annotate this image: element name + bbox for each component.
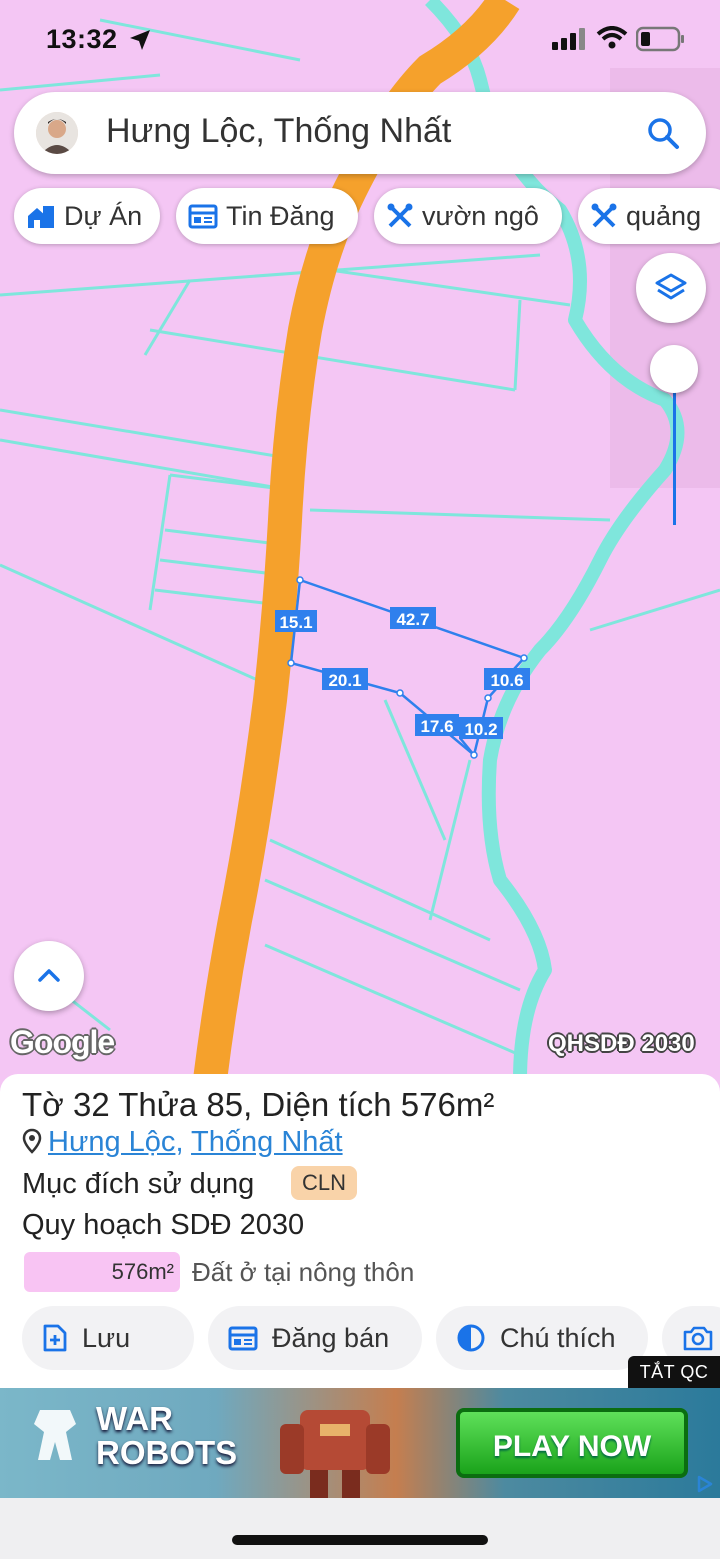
legend-label: Chú thích bbox=[500, 1322, 616, 1353]
chip-du-an[interactable]: Dự Án bbox=[14, 188, 160, 244]
edge-label: 10.6 bbox=[490, 671, 523, 690]
home-indicator[interactable] bbox=[232, 1535, 488, 1545]
chip-label: quảng bbox=[626, 200, 702, 231]
avatar[interactable] bbox=[36, 112, 78, 154]
edge-label: 42.7 bbox=[396, 610, 429, 629]
file-add-icon bbox=[43, 1324, 67, 1352]
plan-label: Quy hoạch SDĐ 2030 bbox=[22, 1209, 305, 1241]
plan-layer-label: QHSDĐ 2030 bbox=[548, 1030, 695, 1057]
district-link[interactable]: Thống Nhất bbox=[191, 1126, 343, 1158]
parcel-location: Hưng Lộc, Thống Nhất bbox=[22, 1126, 343, 1159]
home-city-icon bbox=[28, 206, 54, 228]
contrast-icon bbox=[457, 1324, 485, 1352]
battery-icon bbox=[636, 26, 684, 52]
listing-icon bbox=[228, 1326, 258, 1351]
land-area-label: 576m² bbox=[111, 1259, 174, 1284]
land-type-label: Đất ở tại nông thôn bbox=[192, 1257, 415, 1287]
tools-icon bbox=[387, 203, 413, 228]
tools-icon bbox=[591, 203, 617, 228]
edge-label: 15.1 bbox=[279, 613, 312, 632]
edge-label: 10.2 bbox=[464, 720, 497, 739]
chip-vuon-ngo[interactable]: vườn ngô bbox=[374, 188, 562, 244]
post-sale-label: Đăng bán bbox=[272, 1322, 390, 1353]
chip-tin-dang[interactable]: Tin Đăng bbox=[176, 188, 358, 244]
search-bar[interactable]: Hưng Lộc, Thống Nhất bbox=[14, 92, 706, 174]
robot-logo-icon bbox=[34, 1410, 76, 1460]
purpose-label: Mục đích sử dụng bbox=[22, 1168, 255, 1200]
ad-brand: WAR ROBOTS bbox=[96, 1402, 237, 1470]
google-logo: Google bbox=[10, 1024, 115, 1060]
legend-button[interactable]: Chú thích bbox=[436, 1306, 648, 1370]
status-bar: 13:32 bbox=[0, 0, 720, 80]
search-icon[interactable] bbox=[646, 116, 680, 150]
purpose-code-badge: CLN bbox=[291, 1166, 357, 1200]
play-now-button[interactable]: PLAY NOW bbox=[456, 1408, 688, 1478]
search-input[interactable]: Hưng Lộc, Thống Nhất bbox=[106, 112, 451, 151]
edge-label: 20.1 bbox=[328, 671, 361, 690]
camera-add-icon bbox=[683, 1326, 713, 1351]
save-button[interactable]: Lưu bbox=[22, 1306, 194, 1370]
layers-button[interactable] bbox=[636, 253, 706, 323]
chevron-up-icon bbox=[38, 969, 60, 982]
ad-brand-line1: WAR bbox=[96, 1400, 173, 1437]
opacity-slider-thumb[interactable] bbox=[650, 345, 698, 393]
close-ad-button[interactable]: TẮT QC bbox=[628, 1356, 720, 1388]
post-sale-button[interactable]: Đăng bán bbox=[208, 1306, 422, 1370]
home-indicator-area bbox=[0, 1498, 720, 1559]
separator: , bbox=[175, 1126, 192, 1158]
status-time: 13:32 bbox=[46, 24, 118, 54]
parcel-info-sheet: Tờ 32 Thửa 85, Diện tích 576m² Hưng Lộc,… bbox=[0, 1074, 720, 1388]
ad-banner[interactable]: WAR ROBOTS PLAY NOW bbox=[0, 1388, 720, 1498]
ad-brand-line2: ROBOTS bbox=[96, 1434, 238, 1471]
expand-sheet-button[interactable] bbox=[14, 941, 84, 1011]
save-label: Lưu bbox=[82, 1322, 131, 1353]
chip-label: Dự Án bbox=[64, 200, 143, 231]
profile-photo-icon bbox=[36, 112, 78, 154]
chip-quang[interactable]: quảng bbox=[578, 188, 720, 244]
robot-illustration-icon bbox=[280, 1410, 390, 1498]
opacity-slider-track[interactable] bbox=[673, 380, 676, 525]
land-use-swatch: 576m² bbox=[24, 1252, 180, 1292]
ward-link[interactable]: Hưng Lộc bbox=[48, 1126, 175, 1158]
edge-label: 17.6 bbox=[420, 717, 453, 736]
location-pin-icon bbox=[22, 1128, 42, 1154]
adchoices-icon[interactable] bbox=[694, 1474, 714, 1494]
chip-label: Tin Đăng bbox=[226, 200, 335, 231]
cellular-signal-icon bbox=[552, 28, 585, 50]
listing-icon bbox=[188, 204, 218, 229]
location-arrow-icon bbox=[130, 30, 150, 50]
parcel-title: Tờ 32 Thửa 85, Diện tích 576m² bbox=[22, 1086, 495, 1123]
layers-icon bbox=[655, 273, 687, 300]
wifi-icon bbox=[596, 26, 628, 49]
chip-label: vườn ngô bbox=[422, 200, 539, 231]
